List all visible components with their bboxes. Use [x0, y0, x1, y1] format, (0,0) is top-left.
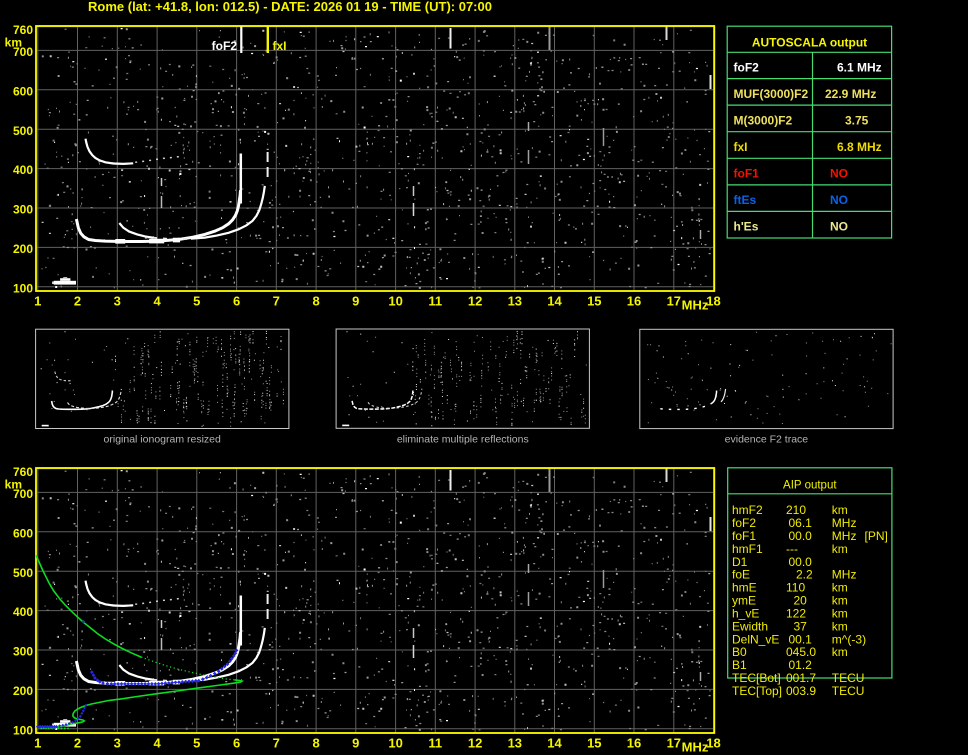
svg-text:km: km	[5, 35, 22, 49]
svg-text:17: 17	[667, 294, 681, 309]
svg-text:06.1: 06.1	[789, 516, 813, 530]
svg-text:ftEs: ftEs	[734, 193, 757, 207]
svg-text:8: 8	[312, 294, 319, 309]
svg-text:400: 400	[13, 163, 33, 177]
svg-text:TEC[Bot]: TEC[Bot]	[732, 671, 781, 685]
svg-text:m^(-3): m^(-3)	[832, 632, 866, 646]
svg-text:Ewidth: Ewidth	[732, 619, 768, 633]
svg-text:km: km	[832, 619, 848, 633]
svg-text:M(3000)F2: M(3000)F2	[734, 113, 793, 127]
svg-text:110: 110	[786, 581, 805, 595]
svg-text:00.1: 00.1	[789, 632, 813, 646]
svg-text:6.1 MHz: 6.1 MHz	[837, 60, 882, 74]
svg-text:---: ---	[786, 542, 798, 556]
svg-text:km: km	[832, 607, 848, 621]
svg-text:122: 122	[786, 607, 806, 621]
svg-text:3: 3	[114, 294, 121, 309]
svg-text:AUTOSCALA output: AUTOSCALA output	[752, 36, 867, 50]
svg-text:6.8 MHz: 6.8 MHz	[837, 140, 882, 154]
svg-text:210: 210	[786, 503, 806, 517]
svg-text:MHz: MHz	[832, 516, 857, 530]
svg-text:300: 300	[13, 203, 33, 217]
svg-text:km: km	[832, 645, 848, 659]
svg-text:5: 5	[193, 294, 200, 309]
svg-text:B1: B1	[732, 658, 747, 672]
svg-text:km: km	[832, 503, 848, 517]
svg-text:MHz: MHz	[832, 529, 857, 543]
svg-text:00.0: 00.0	[789, 529, 813, 543]
svg-text:MUF(3000)F2: MUF(3000)F2	[734, 87, 809, 101]
svg-text:16: 16	[627, 294, 641, 309]
svg-text:14: 14	[547, 294, 562, 309]
svg-text:foF2: foF2	[732, 516, 756, 530]
svg-text:h'Es: h'Es	[734, 220, 759, 234]
svg-text:001.7: 001.7	[786, 671, 816, 685]
svg-text:NO: NO	[830, 220, 848, 234]
svg-text:3.75: 3.75	[845, 113, 869, 127]
svg-text:100: 100	[13, 281, 33, 295]
svg-text:evidence F2 trace: evidence F2 trace	[725, 434, 809, 446]
svg-text:003.9: 003.9	[786, 684, 816, 698]
svg-text:B0: B0	[732, 645, 747, 659]
svg-text:km: km	[832, 594, 848, 608]
svg-text:fxI: fxI	[273, 39, 287, 53]
svg-text:200: 200	[13, 242, 33, 256]
svg-text:00.0: 00.0	[789, 555, 813, 569]
svg-text:37: 37	[794, 619, 808, 633]
svg-text:500: 500	[13, 124, 33, 138]
svg-text:1: 1	[34, 294, 41, 309]
svg-text:TECU: TECU	[832, 684, 865, 698]
svg-text:NO: NO	[830, 193, 848, 207]
svg-text:MHz: MHz	[682, 298, 709, 313]
svg-text:foF2: foF2	[734, 60, 760, 74]
svg-text:22.9 MHz: 22.9 MHz	[825, 87, 876, 101]
svg-text:01.2: 01.2	[789, 658, 813, 672]
svg-text:foF1: foF1	[732, 529, 756, 543]
svg-text:Rome (lat: +41.8, lon: 012.5): Rome (lat: +41.8, lon: 012.5) - DATE: 20…	[88, 0, 492, 14]
svg-text:km: km	[832, 542, 848, 556]
svg-text:NO: NO	[830, 167, 848, 181]
svg-text:600: 600	[13, 84, 33, 98]
svg-text:2: 2	[74, 294, 81, 309]
svg-text:foE: foE	[732, 568, 750, 582]
svg-text:TEC[Top]: TEC[Top]	[732, 684, 782, 698]
svg-text:10: 10	[388, 294, 402, 309]
svg-text:AIP output: AIP output	[783, 480, 837, 492]
svg-text:20: 20	[794, 594, 808, 608]
svg-text:DelN_vE: DelN_vE	[732, 632, 779, 646]
svg-text:[PN]: [PN]	[865, 529, 888, 543]
svg-text:hmF2: hmF2	[732, 503, 763, 517]
svg-text:foF2: foF2	[212, 39, 238, 53]
svg-text:foF1: foF1	[734, 167, 760, 181]
svg-text:fxI: fxI	[734, 140, 748, 154]
svg-text:km: km	[832, 581, 848, 595]
svg-text:15: 15	[587, 294, 601, 309]
svg-text:13: 13	[508, 294, 522, 309]
svg-text:ymE: ymE	[732, 594, 756, 608]
svg-text:MHz: MHz	[832, 568, 857, 582]
svg-text:hmE: hmE	[732, 581, 757, 595]
svg-text:TECU: TECU	[832, 671, 865, 685]
svg-text:4: 4	[153, 294, 161, 309]
svg-text:045.0: 045.0	[786, 645, 816, 659]
svg-text:18: 18	[706, 294, 720, 309]
svg-text:eliminate multiple reflections: eliminate multiple reflections	[397, 434, 529, 446]
svg-text:12: 12	[468, 294, 482, 309]
svg-text:9: 9	[352, 294, 359, 309]
svg-text:11: 11	[428, 294, 442, 309]
svg-text:original ionogram resized: original ionogram resized	[104, 434, 221, 446]
svg-text:7: 7	[273, 294, 280, 309]
svg-text:6: 6	[233, 294, 240, 309]
svg-text:2.2: 2.2	[796, 568, 813, 582]
svg-text:D1: D1	[732, 555, 748, 569]
svg-text:h_vE: h_vE	[732, 607, 759, 621]
svg-text:hmF1: hmF1	[732, 542, 763, 556]
